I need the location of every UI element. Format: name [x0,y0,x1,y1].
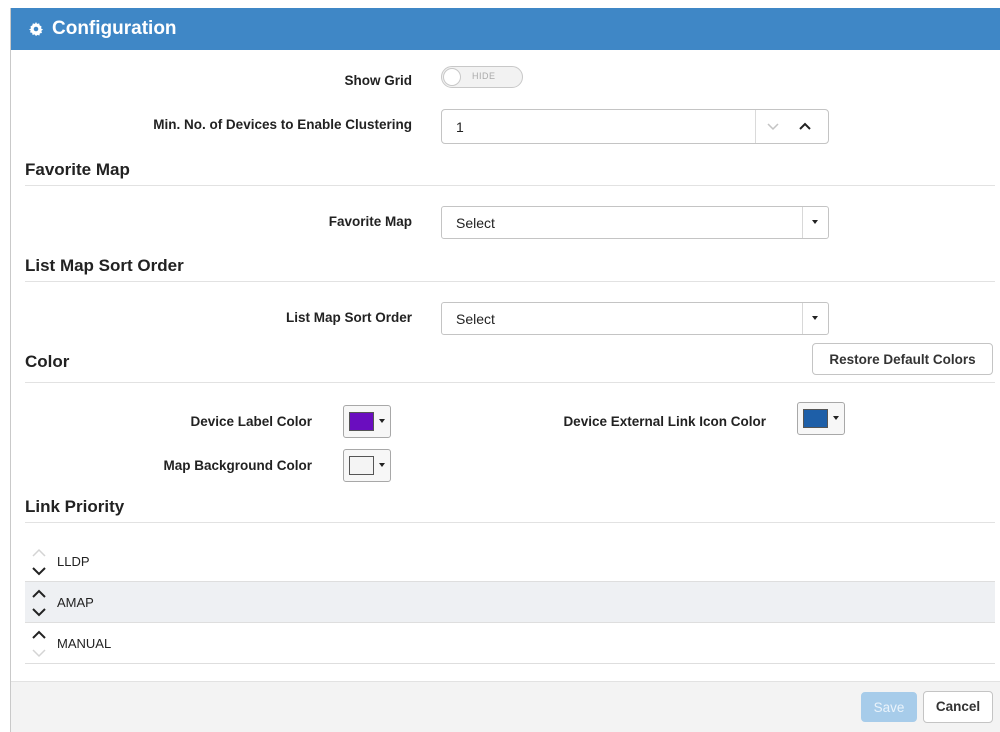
show-grid-toggle[interactable]: HIDE [441,66,523,88]
sort-order-select[interactable]: Select [441,302,829,335]
device-label-color-picker[interactable] [343,405,391,438]
device-label-color-label: Device Label Color [190,414,312,429]
chevron-up-icon[interactable] [798,119,812,133]
section-divider [25,185,995,186]
select-divider [802,207,803,238]
favorite-map-select[interactable]: Select [441,206,829,239]
chevron-down-icon[interactable] [766,119,780,133]
caret-down-icon [812,316,818,320]
stepper-divider [755,110,756,143]
reorder-arrows-icon[interactable] [31,628,47,660]
external-link-icon-color-picker[interactable] [797,402,845,435]
cancel-button[interactable]: Cancel [923,691,993,723]
section-title-link-priority: Link Priority [25,497,125,516]
gear-icon [29,22,43,36]
restore-default-colors-button[interactable]: Restore Default Colors [812,343,993,375]
reorder-arrows-icon[interactable] [31,587,47,619]
sort-order-selected: Select [456,311,495,327]
link-priority-row[interactable]: LLDP [25,541,995,582]
sort-order-label: List Map Sort Order [285,310,412,325]
link-priority-label: MANUAL [57,636,112,651]
section-divider [25,281,995,282]
link-priority-label: LLDP [57,554,90,569]
dialog-title: Configuration [52,18,177,39]
caret-down-icon [379,463,385,467]
favorite-map-label: Favorite Map [328,214,412,229]
select-divider [802,303,803,334]
map-background-color-label: Map Background Color [163,458,312,473]
dialog-titlebar: Configuration [11,8,1000,50]
caret-down-icon [812,220,818,224]
toggle-state-text: HIDE [472,71,496,81]
map-background-color-picker[interactable] [343,449,391,482]
color-swatch [349,412,374,431]
save-button[interactable]: Save [861,692,917,722]
clustering-stepper[interactable]: 1 [441,109,829,144]
link-priority-row[interactable]: MANUAL [25,623,995,664]
favorite-map-selected: Select [456,215,495,231]
toggle-knob [443,68,461,86]
configuration-dialog: Configuration Show Grid HIDE Min. No. of… [10,8,1000,732]
section-title-color: Color [25,352,70,371]
external-link-icon-color-label: Device External Link Icon Color [563,414,766,429]
color-swatch [803,409,828,428]
link-priority-row[interactable]: AMAP [25,582,995,623]
section-title-favorite-map: Favorite Map [25,160,130,179]
reorder-arrows-icon[interactable] [31,546,47,578]
dialog-footer [11,681,1000,732]
caret-down-icon [379,419,385,423]
clustering-value: 1 [456,119,464,135]
caret-down-icon [833,416,839,420]
link-priority-label: AMAP [57,595,94,610]
section-divider [25,382,995,383]
clustering-label: Min. No. of Devices to Enable Clustering [153,117,412,132]
section-divider [25,522,995,523]
show-grid-label: Show Grid [344,73,413,88]
color-swatch [349,456,374,475]
section-title-sort-order: List Map Sort Order [25,256,184,275]
